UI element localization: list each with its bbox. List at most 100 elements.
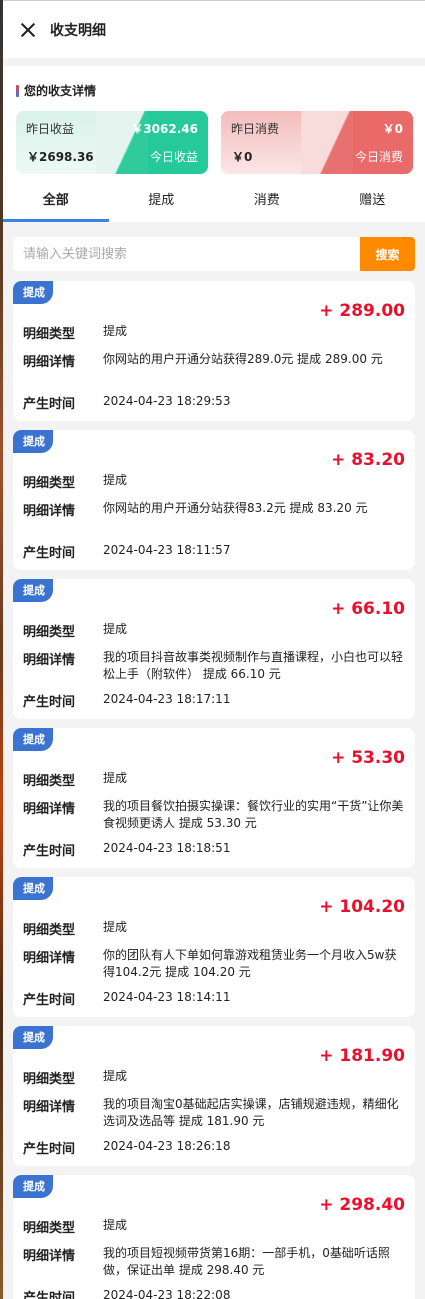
record-time-value: 2024-04-23 18:17:11 [103, 692, 231, 706]
record-detail-label: 明细详情 [23, 1249, 76, 1264]
record-detail-label: 明细详情 [23, 355, 76, 370]
record-detail-label: 明细详情 [23, 653, 76, 668]
search-button[interactable]: 搜索 [360, 237, 415, 271]
expense-today-value: ￥0 [382, 122, 403, 136]
record-type-row: 明细类型 提成 [23, 1068, 405, 1087]
record-type-value: 提成 [103, 622, 128, 636]
record-amount: + 66.10 [331, 599, 405, 619]
record-time-row: 产生时间 2024-04-23 18:18:51 [23, 840, 405, 859]
income-yesterday-label: 昨日收益 [26, 122, 75, 136]
record-detail-value: 你网站的用户开通分站获得83.2元 提成 83.20 元 [103, 501, 368, 515]
record-time-label: 产生时间 [23, 844, 76, 859]
tab-gift[interactable]: 赠送 [320, 174, 425, 222]
expense-today-label: 今日消费 [354, 150, 403, 164]
record-detail-row: 明细详情 我的项目餐饮拍摄实操课：餐饮行业的实用“干货”让你美食视频更诱人 提成… [23, 798, 405, 832]
record-time-row: 产生时间 2024-04-23 18:11:57 [23, 542, 405, 561]
income-yesterday-value: ￥2698.36 [27, 150, 94, 164]
record-time-value: 2024-04-23 18:26:18 [103, 1139, 231, 1153]
record-amount: + 83.20 [331, 450, 405, 470]
record-badge: 提成 [13, 877, 65, 900]
tab-commission[interactable]: 提成 [109, 174, 215, 222]
record-type-row: 明细类型 提成 [23, 919, 405, 938]
record-detail-value: 我的项目抖音故事类视频制作与直播课程，小白也可以轻松上手（附软件） 提成 66.… [103, 650, 404, 681]
record-detail-row: 明细详情 你网站的用户开通分站获得83.2元 提成 83.20 元 [23, 500, 405, 519]
record-type-label: 明细类型 [23, 625, 76, 640]
record-time-label: 产生时间 [23, 1142, 76, 1157]
record-time-row: 产生时间 2024-04-23 18:22:08 [23, 1287, 405, 1299]
record-time-label: 产生时间 [23, 546, 76, 561]
record-amount: + 181.90 [319, 1046, 405, 1066]
record-item: 提成 + 83.20 明细类型 提成 明细详情 你网站的用户开通分站获得83.2… [13, 430, 415, 570]
page-title: 收支明细 [50, 22, 106, 39]
record-detail-row: 明细详情 我的项目抖音故事类视频制作与直播课程，小白也可以轻松上手（附软件） 提… [23, 649, 405, 683]
close-icon[interactable] [19, 21, 37, 39]
record-item: 提成 + 53.30 明细类型 提成 明细详情 我的项目餐饮拍摄实操课：餐饮行业… [13, 728, 415, 868]
record-time-value: 2024-04-23 18:22:08 [103, 1288, 231, 1299]
record-time-label: 产生时间 [23, 397, 76, 412]
record-detail-value: 我的项目短视频带货第16期：一部手机，0基础听话照做，保证出单 提成 298.4… [103, 1246, 390, 1277]
record-detail-label: 明细详情 [23, 951, 76, 966]
summary-heading: 您的收支详情 [16, 82, 413, 99]
app-root: 收支明细 您的收支详情 昨日收益 ￥3062.46 ￥2698.36 今日收益 … [3, 0, 425, 1299]
income-today-label: 今日收益 [149, 150, 198, 164]
left-edge-strip [0, 0, 3, 1299]
record-detail-label: 明细详情 [23, 1100, 76, 1115]
record-item: 提成 + 104.20 明细类型 提成 明细详情 你的团队有人下单如何靠游戏租赁… [13, 877, 415, 1017]
record-type-label: 明细类型 [23, 476, 76, 491]
section-bar-icon [16, 84, 19, 97]
record-detail-label: 明细详情 [23, 802, 76, 817]
tab-consumption[interactable]: 消费 [214, 174, 320, 222]
record-time-value: 2024-04-23 18:14:11 [103, 990, 231, 1004]
record-badge: 提成 [13, 728, 65, 751]
record-type-row: 明细类型 提成 [23, 323, 405, 342]
record-amount: + 53.30 [331, 748, 405, 768]
expense-yesterday-label: 昨日消费 [231, 122, 280, 136]
record-amount: + 104.20 [319, 897, 405, 917]
record-time-row: 产生时间 2024-04-23 18:26:18 [23, 1138, 405, 1157]
record-detail-value: 我的项目淘宝0基础起店实操课，店铺规避违规，精细化选词及选品等 提成 181.9… [103, 1097, 399, 1128]
record-badge: 提成 [13, 1026, 65, 1049]
record-badge: 提成 [13, 1175, 65, 1198]
record-type-row: 明细类型 提成 [23, 621, 405, 640]
record-badge: 提成 [13, 430, 65, 453]
record-detail-row: 明细详情 我的项目淘宝0基础起店实操课，店铺规避违规，精细化选词及选品等 提成 … [23, 1096, 405, 1130]
search-input[interactable] [13, 237, 360, 271]
record-detail-row: 明细详情 你网站的用户开通分站获得289.0元 提成 289.00 元 [23, 351, 405, 370]
tab-all[interactable]: 全部 [3, 174, 109, 222]
record-type-label: 明细类型 [23, 327, 76, 342]
record-type-value: 提成 [103, 771, 128, 785]
record-list: 提成 + 289.00 明细类型 提成 明细详情 你网站的用户开通分站获得289… [3, 271, 425, 1299]
record-detail-row: 明细详情 我的项目短视频带货第16期：一部手机，0基础听话照做，保证出单 提成 … [23, 1245, 405, 1279]
record-type-label: 明细类型 [23, 1221, 76, 1236]
record-type-value: 提成 [103, 1218, 128, 1232]
search-bar: 搜索 [3, 222, 425, 271]
record-time-row: 产生时间 2024-04-23 18:17:11 [23, 691, 405, 710]
record-badge: 提成 [13, 281, 65, 304]
record-time-label: 产生时间 [23, 993, 76, 1008]
record-item: 提成 + 289.00 明细类型 提成 明细详情 你网站的用户开通分站获得289… [13, 281, 415, 421]
record-time-label: 产生时间 [23, 1291, 76, 1299]
record-time-label: 产生时间 [23, 695, 76, 710]
record-detail-value: 你的团队有人下单如何靠游戏租赁业务一个月收入5w获得104.2元 提成 104.… [103, 948, 397, 979]
summary-cards: 昨日收益 ￥3062.46 ￥2698.36 今日收益 昨日消费 ￥0 ￥0 今… [16, 111, 413, 174]
record-time-row: 产生时间 2024-04-23 18:14:11 [23, 989, 405, 1008]
record-type-value: 提成 [103, 324, 128, 338]
record-type-label: 明细类型 [23, 1072, 76, 1087]
record-type-row: 明细类型 提成 [23, 770, 405, 789]
record-item: 提成 + 181.90 明细类型 提成 明细详情 我的项目淘宝0基础起店实操课，… [13, 1026, 415, 1166]
record-detail-value: 你网站的用户开通分站获得289.0元 提成 289.00 元 [103, 352, 383, 366]
record-amount: + 289.00 [319, 301, 405, 321]
summary-section: 您的收支详情 昨日收益 ￥3062.46 ￥2698.36 今日收益 昨日消费 … [3, 66, 425, 174]
tab-bar: 全部 提成 消费 赠送 [3, 174, 425, 222]
record-time-value: 2024-04-23 18:11:57 [103, 543, 231, 557]
divider [3, 58, 425, 66]
header: 收支明细 [3, 0, 425, 58]
record-time-row: 产生时间 2024-04-23 18:29:53 [23, 393, 405, 412]
record-type-label: 明细类型 [23, 923, 76, 938]
expense-card: 昨日消费 ￥0 ￥0 今日消费 [221, 111, 413, 174]
record-time-value: 2024-04-23 18:18:51 [103, 841, 231, 855]
record-detail-row: 明细详情 你的团队有人下单如何靠游戏租赁业务一个月收入5w获得104.2元 提成… [23, 947, 405, 981]
record-item: 提成 + 66.10 明细类型 提成 明细详情 我的项目抖音故事类视频制作与直播… [13, 579, 415, 719]
income-today-value: ￥3062.46 [131, 122, 198, 136]
income-card: 昨日收益 ￥3062.46 ￥2698.36 今日收益 [16, 111, 208, 174]
